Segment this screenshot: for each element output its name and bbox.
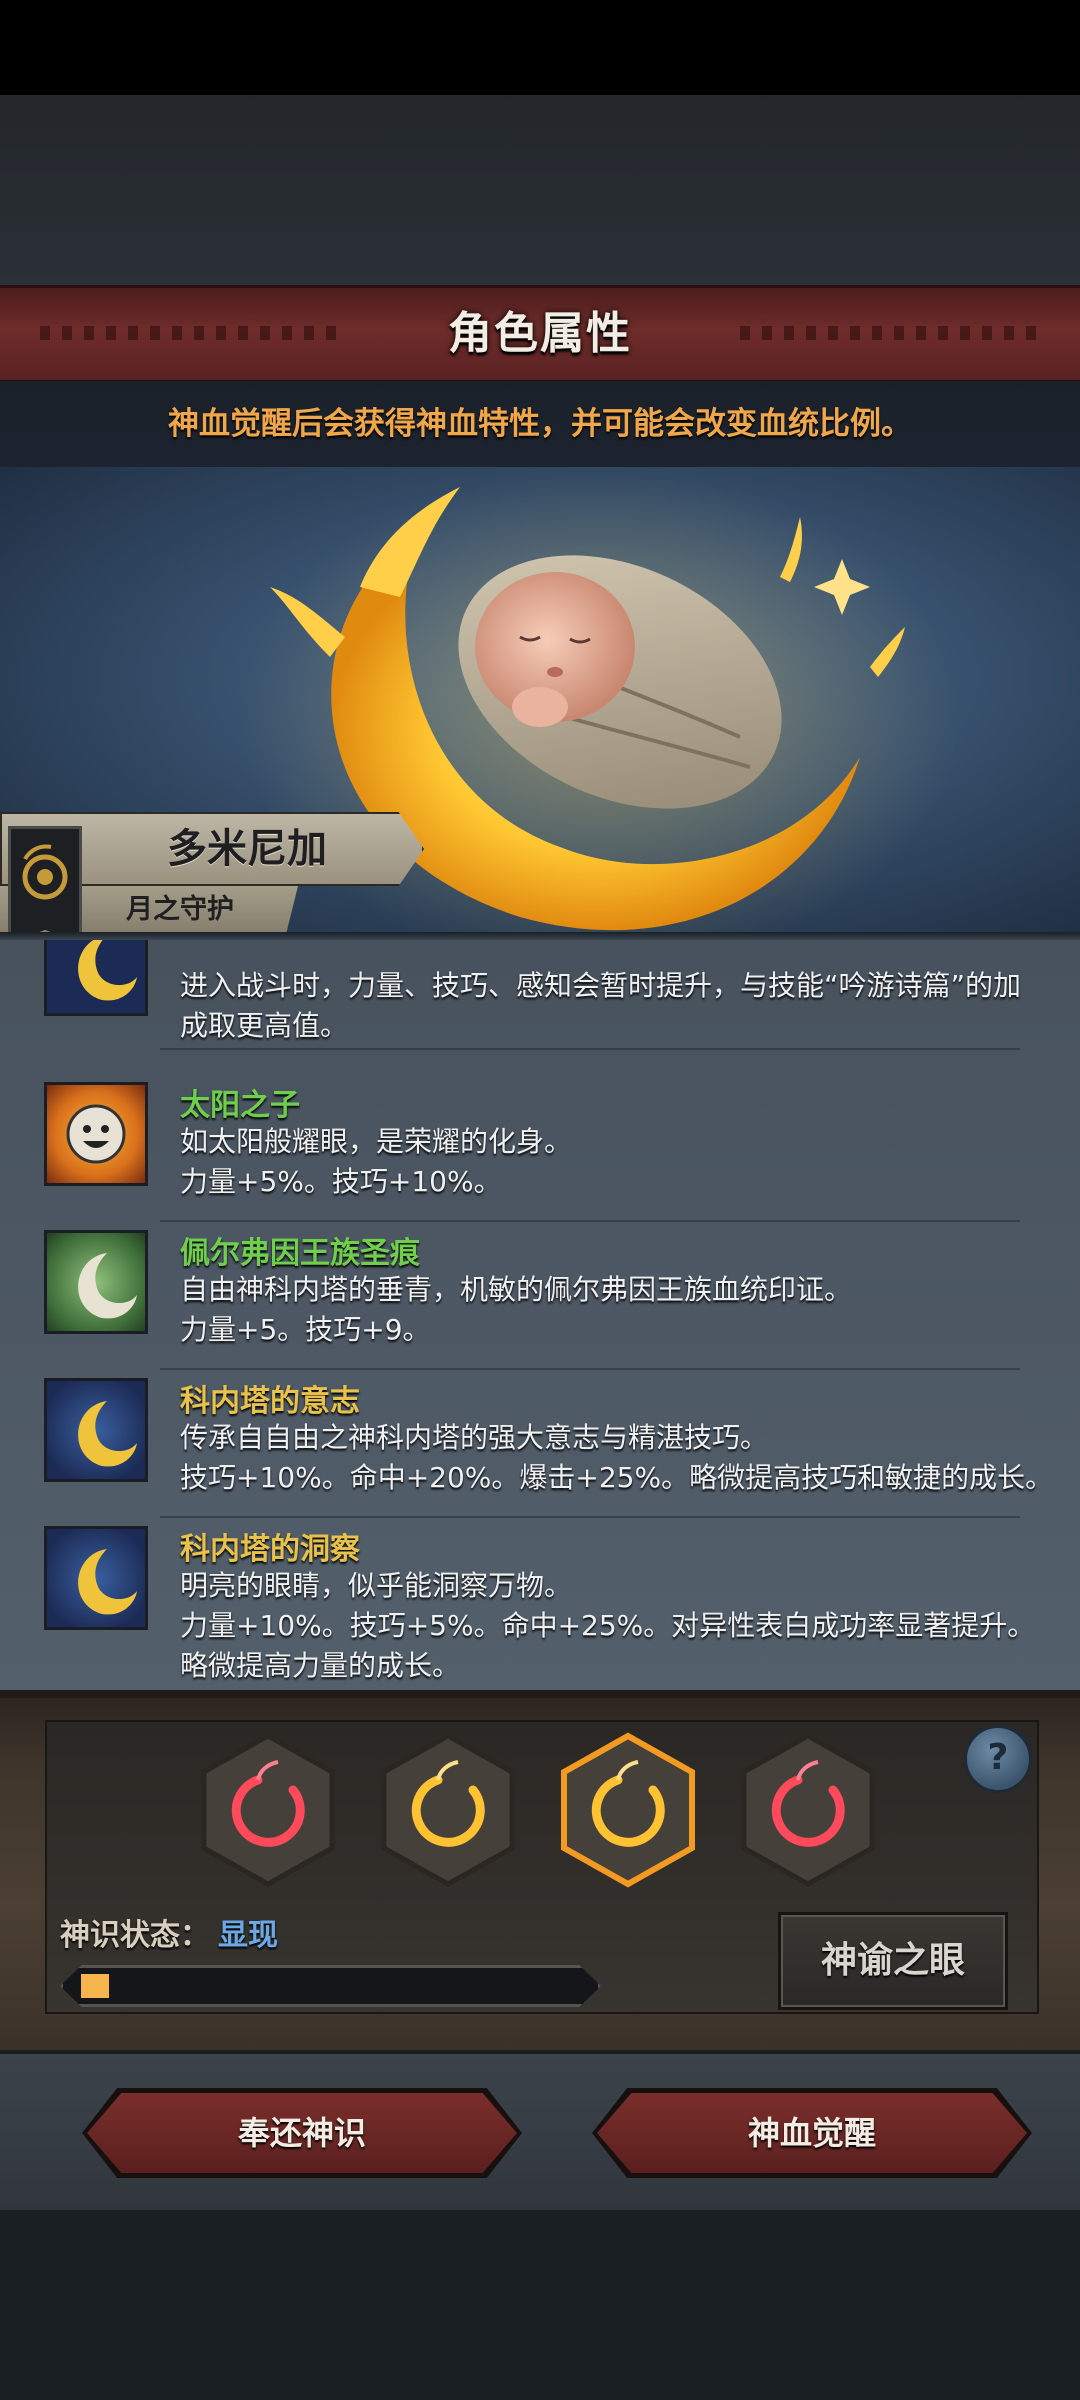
golden-moon-icon <box>44 940 148 1016</box>
return-divine-sense-button[interactable]: 奉还神识 <box>87 2093 517 2173</box>
divine-blood-awaken-button[interactable]: 神血觉醒 <box>597 2093 1027 2173</box>
status-bar-area <box>0 0 1080 95</box>
sun-face-icon <box>44 1082 148 1186</box>
status-label: 神识状态： <box>60 1918 210 1953</box>
oracle-eye-button[interactable]: 神谕之眼 <box>778 1912 1008 2010</box>
golden-moon-icon <box>44 1378 148 1482</box>
title-banner: 角色属性 <box>0 285 1080 384</box>
golden-moon-icon <box>44 1526 148 1630</box>
upper-background <box>0 95 1080 290</box>
trait-description-line: 技巧+10%。命中+20%。爆击+25%。略微提高技巧和敏捷的成长。 <box>180 1461 1054 1494</box>
divider <box>160 1368 1020 1370</box>
trait-description-line: 力量+5。技巧+9。 <box>180 1313 431 1346</box>
status-value: 显现 <box>218 1918 278 1953</box>
divider <box>160 1516 1020 1518</box>
divider <box>0 1690 1080 1698</box>
divine-slot-2[interactable] <box>378 1732 518 1888</box>
trait-description-line: 传承自自由之神科内塔的强大意志与精湛技巧。 <box>180 1421 769 1454</box>
character-name: 多米尼加 <box>167 826 327 872</box>
subtitle-text: 神血觉醒后会获得神血特性，并可能会改变血统比例。 <box>168 406 912 442</box>
trait-name: 佩尔弗因王族圣痕 <box>180 1236 420 1271</box>
divider <box>160 1048 1020 1050</box>
lower-background <box>0 2210 1080 2400</box>
page-title: 角色属性 <box>448 308 632 359</box>
trait-description-line: 略微提高力量的成长。 <box>180 1649 461 1682</box>
help-icon[interactable]: ? <box>964 1725 1032 1793</box>
trait-description-line: 自由神科内塔的垂青，机敏的佩尔弗因王族血统印证。 <box>180 1273 853 1306</box>
progress-fill <box>81 1974 109 1998</box>
subtitle-bar: 神血觉醒后会获得神血特性，并可能会改变血统比例。 <box>0 381 1080 467</box>
trait-name: 科内塔的意志 <box>180 1384 360 1419</box>
trait-list[interactable]: 进入战斗时，力量、技巧、感知会暂时提升，与技能“吟游诗篇”的加 成取更高值。 太… <box>0 940 1080 1690</box>
divine-slot-1[interactable] <box>198 1732 338 1888</box>
trait-description-line: 进入战斗时，力量、技巧、感知会暂时提升，与技能“吟游诗篇”的加 <box>180 969 1022 1002</box>
divider <box>160 1220 1020 1222</box>
divine-sense-progress-bar <box>60 1965 601 2007</box>
trait-description-line: 力量+5%。技巧+10%。 <box>180 1165 502 1198</box>
silver-moon-icon <box>44 1230 148 1334</box>
trait-name: 太阳之子 <box>180 1088 300 1123</box>
trait-description-line: 成取更高值。 <box>180 1009 349 1042</box>
character-subtitle: 月之守护 <box>126 894 234 925</box>
trait-description-line: 明亮的眼睛，似乎能洞察万物。 <box>180 1569 573 1602</box>
divine-slot-3[interactable] <box>558 1732 698 1888</box>
trait-name: 科内塔的洞察 <box>180 1532 360 1567</box>
trait-description-line: 如太阳般耀眼，是荣耀的化身。 <box>180 1125 573 1158</box>
divine-slot-4[interactable] <box>738 1732 878 1888</box>
moon-crest-icon <box>8 826 82 944</box>
trait-description-line: 力量+10%。技巧+5%。命中+25%。对异性表白成功率显著提升。 <box>180 1609 1036 1642</box>
divider <box>0 932 1080 940</box>
